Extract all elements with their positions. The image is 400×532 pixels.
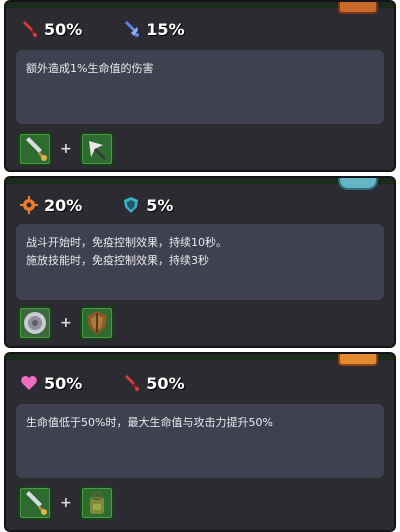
- plus-icon: +: [60, 315, 72, 331]
- blue-sword-icon: [122, 20, 140, 38]
- description-line: 额外造成1%生命值的伤害: [26, 62, 154, 75]
- stat-health: 50%: [20, 374, 82, 393]
- item-card-2: 20% 5% 战斗开始时，免疫控制效果，持续10秒。 施放技能时，免疫控制效果，…: [4, 176, 396, 348]
- stat-value: 20%: [44, 195, 83, 215]
- description-line: 施放技能时，免疫控制效果，持续3秒: [26, 254, 209, 267]
- recipe-item-2[interactable]: [79, 486, 114, 520]
- stat-attack: 50%: [20, 20, 82, 39]
- recipe-row: +: [18, 132, 114, 166]
- shield-icon: [122, 196, 140, 214]
- recipe-row: +: [18, 486, 114, 520]
- description-box: 额外造成1%生命值的伤害: [16, 50, 384, 124]
- description-line: 战斗开始时，免疫控制效果，持续10秒。: [26, 236, 227, 249]
- arrowhead-item-icon: [83, 135, 111, 163]
- heart-icon: [20, 374, 38, 392]
- recipe-item-1[interactable]: [18, 486, 52, 520]
- item-card-3: 50% 50% 生命值低于50%时，最大生命值与攻击力提升50% +: [4, 352, 396, 532]
- sword-icon: [122, 374, 140, 392]
- card-top-edge: [6, 354, 394, 360]
- card-top-edge: [6, 178, 394, 184]
- stat-cooldown: 20%: [20, 196, 82, 215]
- round-shield-item-icon: [21, 309, 49, 337]
- green-sword-item-icon: [21, 489, 49, 517]
- wooden-shield-item-icon: [83, 309, 111, 337]
- recipe-item-2[interactable]: [79, 306, 114, 340]
- recipe-item-1[interactable]: [18, 132, 52, 166]
- description-box: 战斗开始时，免疫控制效果，持续10秒。 施放技能时，免疫控制效果，持续3秒: [16, 224, 384, 300]
- gear-burst-icon: [20, 196, 38, 214]
- stat-crit: 15%: [122, 19, 185, 39]
- recipe-row: +: [18, 306, 114, 340]
- stat-value: 50%: [146, 373, 185, 393]
- recipe-item-1[interactable]: [18, 306, 52, 340]
- stat-value: 5%: [146, 195, 174, 215]
- item-card-1: 50% 15% 额外造成1%生命值的伤害 +: [4, 0, 396, 172]
- corner-badge[interactable]: [338, 178, 378, 190]
- stats-row: 20% 5%: [20, 194, 213, 216]
- stat-defense: 5%: [122, 196, 173, 215]
- stat-value: 15%: [146, 19, 185, 39]
- description-line: 生命值低于50%时，最大生命值与攻击力提升50%: [26, 416, 273, 429]
- description-box: 生命值低于50%时，最大生命值与攻击力提升50%: [16, 404, 384, 478]
- sword-icon: [20, 20, 38, 38]
- plus-icon: +: [60, 141, 72, 157]
- recipe-item-2[interactable]: [79, 132, 114, 166]
- stat-attack: 50%: [122, 373, 185, 393]
- corner-badge[interactable]: [338, 2, 378, 14]
- green-sword-item-icon: [21, 135, 49, 163]
- stats-row: 50% 50%: [20, 372, 225, 394]
- card-top-edge: [6, 2, 394, 8]
- stats-row: 50% 15%: [20, 18, 225, 40]
- backpack-item-icon: [83, 489, 111, 517]
- plus-icon: +: [60, 495, 72, 511]
- stat-value: 50%: [44, 19, 83, 39]
- corner-badge[interactable]: [338, 354, 378, 366]
- stat-value: 50%: [44, 373, 83, 393]
